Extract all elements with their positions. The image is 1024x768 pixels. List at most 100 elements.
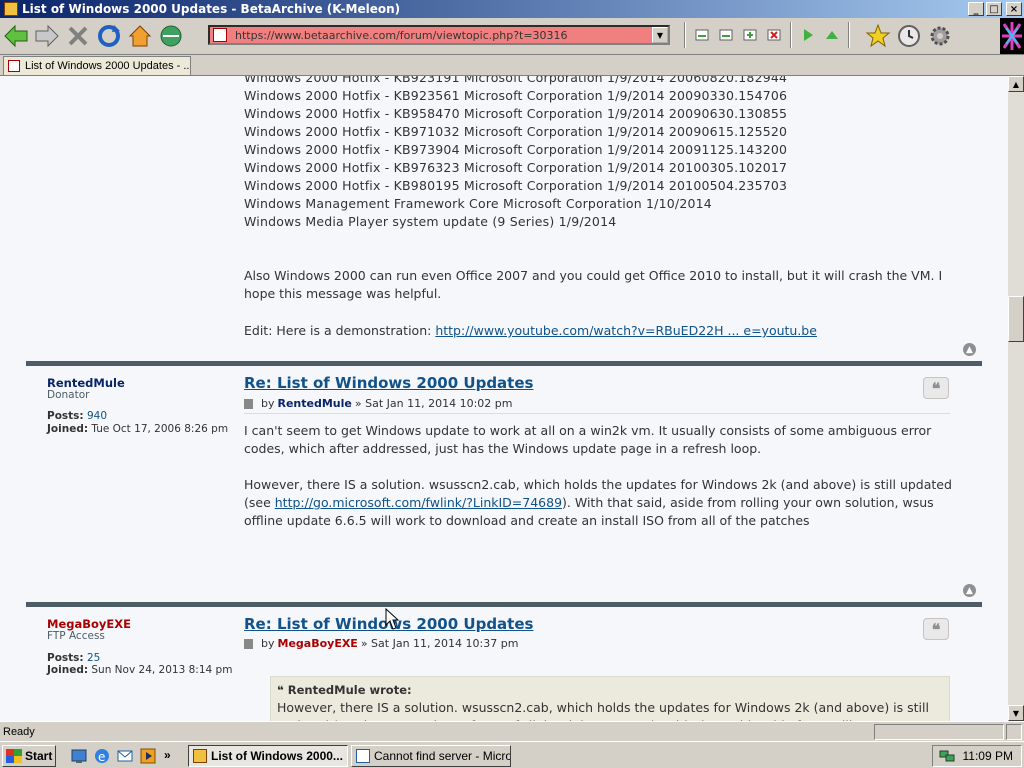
update-line: Windows 2000 Hotfix - KB976323 Microsoft… <box>244 160 788 175</box>
stop-button[interactable] <box>63 21 93 51</box>
desktop-icon[interactable] <box>70 747 88 765</box>
network-icon[interactable] <box>939 749 955 763</box>
task-label: Cannot find server - Micros... <box>374 749 510 763</box>
quote-button[interactable]: ❝ <box>923 618 949 640</box>
system-tray: 11:09 PM <box>932 745 1022 767</box>
go-button[interactable] <box>156 21 186 51</box>
globe-icon <box>160 25 182 47</box>
taskbar-item-ie[interactable]: Cannot find server - Micros... <box>351 745 511 767</box>
post-3-rank: FTP Access <box>47 630 105 642</box>
minimize-button[interactable]: _ <box>968 2 984 16</box>
ie-task-icon <box>356 749 370 763</box>
post-1-paragraph: Also Windows 2000 can run even Office 20… <box>244 268 943 301</box>
tab-bar: List of Windows 2000 Updates - ... <box>0 55 1024 76</box>
joined-label: Joined: <box>47 664 89 676</box>
window-title: List of Windows 2000 Updates - BetaArchi… <box>22 2 401 16</box>
post-2-joined: Joined: Tue Oct 17, 2006 8:26 pm <box>47 423 228 435</box>
back-to-top-button[interactable]: ▲ <box>963 584 976 597</box>
post-3-joined: Joined: Sun Nov 24, 2013 8:14 pm <box>47 664 232 676</box>
start-button[interactable]: Start <box>2 745 56 767</box>
post-3-date: » Sat Jan 11, 2014 10:37 pm <box>360 637 519 650</box>
posts-count[interactable]: 940 <box>87 410 107 422</box>
taskbar: Start e » List of Windows 2000... Cannot… <box>0 741 1024 768</box>
joined-date: Tue Oct 17, 2006 8:26 pm <box>91 423 229 435</box>
windows-flag-icon <box>6 749 22 763</box>
next-tab-button[interactable] <box>716 25 736 45</box>
url-dropdown-button[interactable]: ▼ <box>652 27 668 43</box>
back-arrow-icon <box>4 24 28 48</box>
taskbar-item-k-meleon[interactable]: List of Windows 2000... <box>188 745 348 767</box>
url-input[interactable] <box>235 28 655 42</box>
k-meleon-logo-icon <box>1002 22 1022 50</box>
tab-favicon <box>8 60 20 72</box>
toolbar-separator <box>790 22 792 48</box>
resize-grip[interactable] <box>1006 724 1022 740</box>
quote-button[interactable]: ❝ <box>923 377 949 399</box>
clock[interactable]: 11:09 PM <box>963 749 1013 763</box>
site-favicon <box>213 28 227 42</box>
close-button[interactable]: × <box>1006 2 1022 16</box>
home-button[interactable] <box>125 21 155 51</box>
quicklaunch-chevron[interactable]: » <box>164 748 171 762</box>
bookmarks-button[interactable] <box>863 21 893 51</box>
start-label: Start <box>25 749 53 763</box>
status-bar: Ready <box>0 721 1024 741</box>
outlook-express-icon[interactable] <box>116 747 134 765</box>
vertical-scrollbar[interactable]: ▲ ▼ <box>1008 76 1024 721</box>
prev-tab-button[interactable] <box>692 25 712 45</box>
stop-x-icon <box>68 26 88 46</box>
post-2-author[interactable]: RentedMule <box>278 397 352 410</box>
post-icon <box>244 398 253 409</box>
post-2-paragraph-2: However, there IS a solution. wsusscn2.c… <box>244 476 956 530</box>
play-button[interactable] <box>798 25 818 45</box>
back-button[interactable] <box>1 21 31 51</box>
post-3-username[interactable]: MegaBoyEXE <box>47 617 131 631</box>
settings-button[interactable] <box>925 21 955 51</box>
post-3-posts: Posts: 25 <box>47 652 100 664</box>
page-viewport[interactable]: Windows 2000 Hotfix - KB923191 Microsoft… <box>0 76 1008 721</box>
quote-text: However, there IS a solution. wsusscn2.c… <box>277 700 930 721</box>
quote-header: ❝ RentedMule wrote: <box>277 681 943 699</box>
post-2-posts: Posts: 940 <box>47 410 107 422</box>
back-to-top-button[interactable]: ▲ <box>963 343 976 356</box>
microsoft-fwlink[interactable]: http://go.microsoft.com/fwlink/?LinkID=7… <box>275 495 562 510</box>
k-meleon-task-icon <box>193 749 207 763</box>
media-player-icon[interactable] <box>139 747 157 765</box>
history-button[interactable] <box>894 21 924 51</box>
status-text: Ready <box>3 726 35 738</box>
post-icon <box>244 638 253 649</box>
post-divider <box>26 361 982 366</box>
posts-count[interactable]: 25 <box>87 652 100 664</box>
youtube-link[interactable]: http://www.youtube.com/watch?v=RBuED22H … <box>435 323 817 338</box>
post-2-rank: Donator <box>47 389 90 401</box>
reload-icon <box>98 25 120 47</box>
post-separator <box>244 413 950 414</box>
post-2-title[interactable]: Re: List of Windows 2000 Updates <box>244 374 533 392</box>
window-prev-icon <box>695 29 709 41</box>
close-tab-button[interactable] <box>764 25 784 45</box>
forward-button[interactable] <box>32 21 62 51</box>
tab-label: List of Windows 2000 Updates - ... <box>25 60 191 72</box>
new-tab-button[interactable] <box>740 25 760 45</box>
post-2-meta: by RentedMule » Sat Jan 11, 2014 10:02 p… <box>244 397 512 410</box>
internet-explorer-icon[interactable]: e <box>93 747 111 765</box>
edit-prefix: Edit: Here is a demonstration: <box>244 323 436 338</box>
by-label: by <box>261 637 275 650</box>
reload-button[interactable] <box>94 21 124 51</box>
scroll-down-button[interactable]: ▼ <box>1008 705 1024 721</box>
star-icon <box>865 23 891 48</box>
status-pane <box>874 724 1004 740</box>
window-title-bar[interactable]: List of Windows 2000 Updates - BetaArchi… <box>0 0 1024 18</box>
tab-list-of-windows-2000-updates[interactable]: List of Windows 2000 Updates - ... <box>3 56 191 75</box>
posts-label: Posts: <box>47 652 84 664</box>
scroll-up-button[interactable]: ▲ <box>1008 76 1024 92</box>
up-button[interactable] <box>822 25 842 45</box>
scroll-thumb[interactable] <box>1008 296 1024 342</box>
address-bar[interactable]: ▼ <box>208 25 670 45</box>
by-label: by <box>261 397 275 410</box>
forward-arrow-icon <box>35 24 59 48</box>
post-1-edit: Edit: Here is a demonstration: http://ww… <box>244 322 956 340</box>
maximize-button[interactable]: □ <box>986 2 1002 16</box>
post-3-author[interactable]: MegaBoyEXE <box>278 637 358 650</box>
post-2-username[interactable]: RentedMule <box>47 376 125 390</box>
